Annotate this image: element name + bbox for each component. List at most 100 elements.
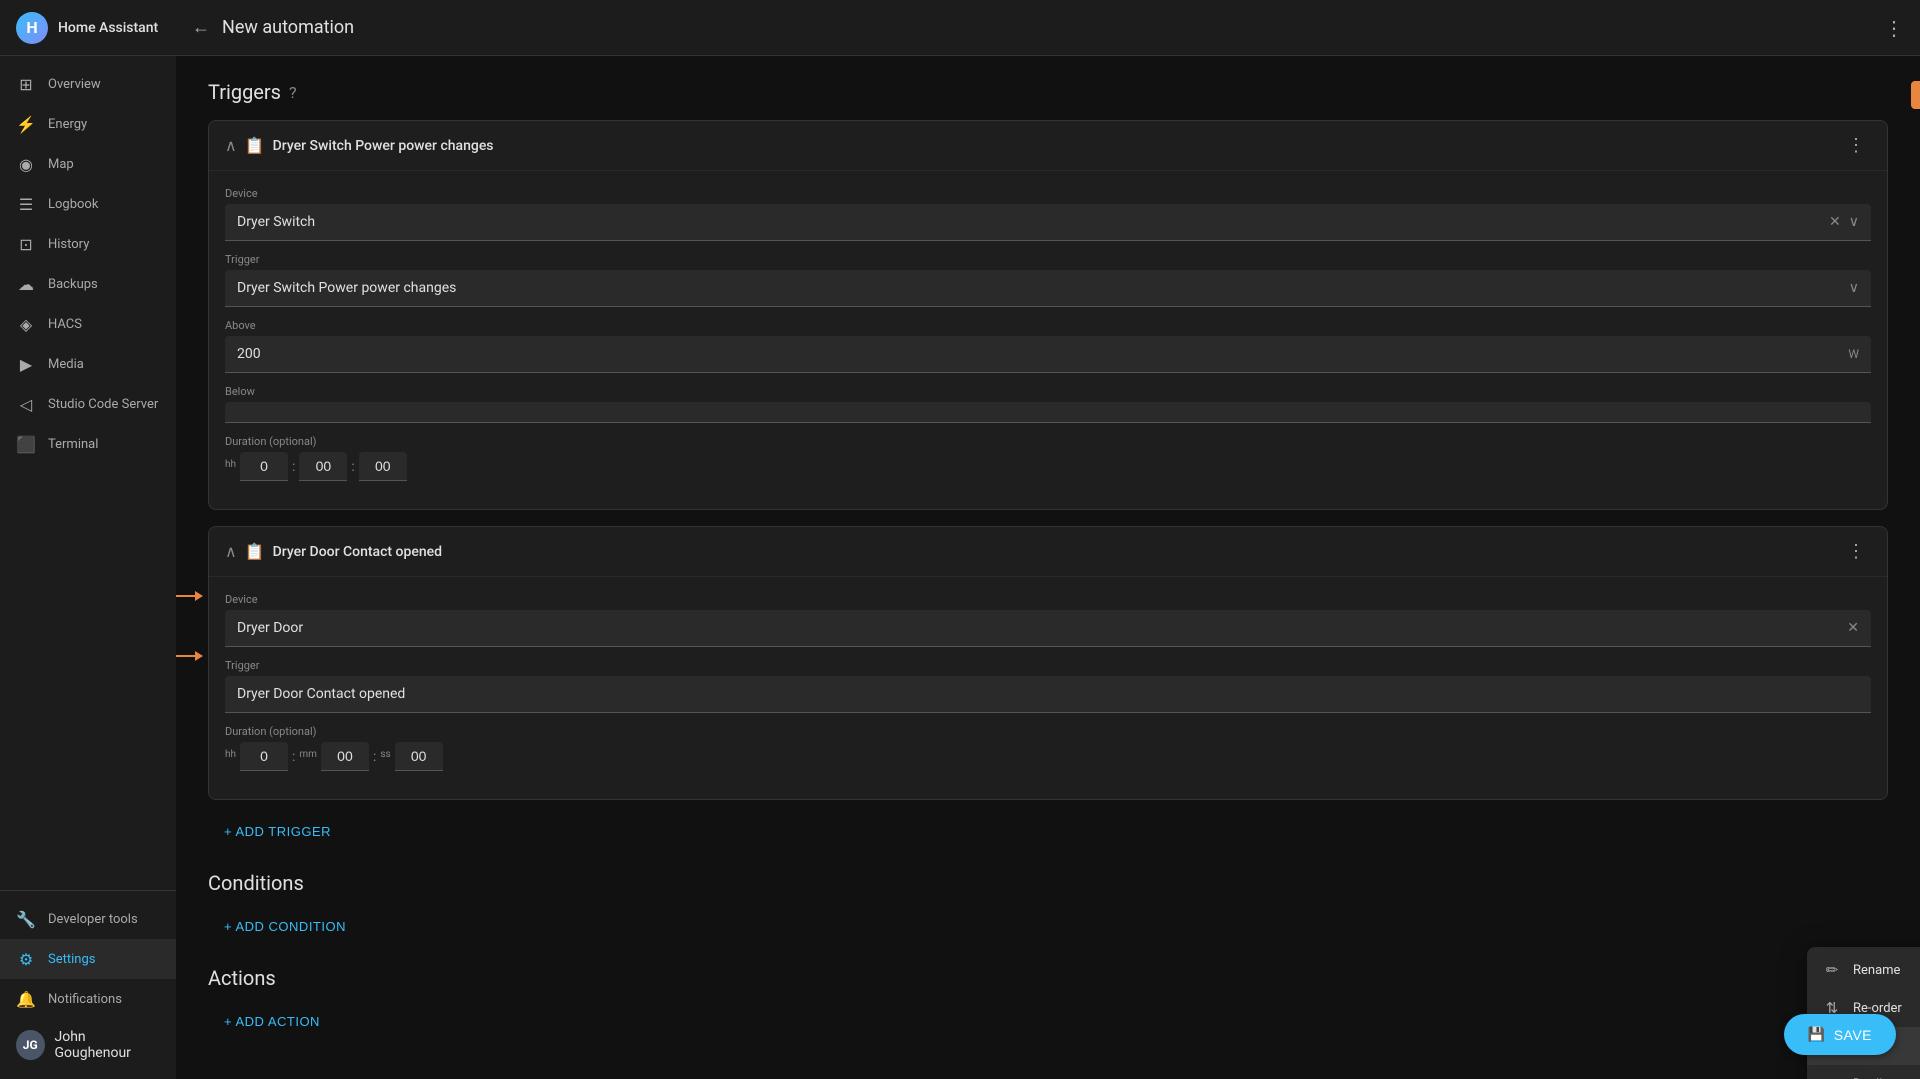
help-icon[interactable]: ? [289,83,297,102]
actions-section-title: Actions [208,966,1888,990]
back-button[interactable]: ← [192,17,210,38]
context-menu: ✏ Rename ⇅ Re-order ✏ Edit ID ⧉ Duplicat… [1807,947,1920,1079]
sidebar-item-terminal[interactable]: ⬛ Terminal [0,424,176,464]
sidebar-item-overview[interactable]: ⊞ Overview [0,64,176,104]
trigger-2-trigger-field: Trigger Dryer Door Contact opened [225,659,1871,713]
trigger-2-header: ∧ 📋 Dryer Door Contact opened ⋮ [209,527,1887,577]
sidebar-label-energy: Energy [48,117,87,132]
overview-icon: ⊞ [16,74,36,94]
trigger-1-duration-field: Duration (optional) hh : : [225,435,1871,481]
triggers-header: Triggers ? [208,80,1888,104]
trigger-2-duration-field: Duration (optional) hh : mm : ss [225,725,1871,771]
annotation-s: S [1911,81,1920,149]
logbook-icon: ☰ [16,194,36,214]
sidebar-bottom: 🔧 Developer tools ⚙ Settings 🔔 Notificat… [0,890,176,1079]
sidebar-item-media[interactable]: ▶ Media [0,344,176,384]
add-action-button[interactable]: + ADD ACTION [208,1006,336,1037]
collapse-icon-1[interactable]: ∧ [225,136,237,155]
add-trigger-container: + ADD TRIGGER [208,816,1888,847]
actions-section: Actions + ADD ACTION [208,966,1888,1037]
sidebar-item-logbook[interactable]: ☰ Logbook [0,184,176,224]
trigger-2-name: Dryer Door Contact opened [273,544,1833,560]
trigger-1-below-field: Below [225,385,1871,423]
add-condition-button[interactable]: + ADD CONDITION [208,911,362,942]
sidebar-label-backups: Backups [48,277,98,292]
trigger-1-duration-ss[interactable] [359,452,407,481]
trigger-2-duration-inputs: hh : mm : ss [225,742,1871,771]
sidebar: H Home Assistant ⊞ Overview ⚡ Energy ◉ M… [0,0,176,1079]
trigger-2-trigger-select[interactable]: Dryer Door Contact opened [225,676,1871,713]
sidebar-item-studio-code-server[interactable]: ◁ Studio Code Server [0,384,176,424]
media-icon: ▶ [16,354,36,374]
studio-icon: ◁ [16,394,36,414]
sidebar-label-hacs: HACS [48,317,82,332]
trigger-2-clear-icon[interactable]: ✕ [1847,620,1859,636]
avatar: JG [16,1030,45,1060]
sidebar-label-history: History [48,237,89,252]
save-button[interactable]: 💾 SAVE [1784,1014,1896,1055]
annotation-2: 2 [176,642,197,670]
dropdown-arrow[interactable]: ∨ [1849,214,1859,230]
sidebar-item-settings[interactable]: ⚙ Settings [0,939,176,979]
annotation-1: 1 [176,582,197,610]
trigger-2-body: Device Dryer Door ✕ Trigger Dryer Door C… [209,577,1887,799]
trigger-1-more-button[interactable]: ⋮ [1841,133,1871,158]
app-logo: H [16,12,48,44]
menu-item-duplicate[interactable]: ⧉ Duplicate [1807,1065,1920,1079]
trigger-2-device-field: Device Dryer Door ✕ [225,593,1871,647]
trigger-1-header: ∧ 📋 Dryer Switch Power power changes ⋮ [209,121,1887,171]
conditions-section-title: Conditions [208,871,1888,895]
sidebar-label-studio: Studio Code Server [48,397,158,412]
content-area: Triggers ? S ∧ 📋 Dryer Switch Power powe… [176,56,1920,1079]
sidebar-item-developer-tools[interactable]: 🔧 Developer tools [0,899,176,939]
trigger-1-body: Device Dryer Switch ✕ ∨ Trigger Dryer Sw… [209,171,1887,509]
more-options-button[interactable]: ⋮ [1884,16,1904,40]
history-icon: ⊡ [16,234,36,254]
settings-icon: ⚙ [16,949,36,969]
sidebar-item-history[interactable]: ⊡ History [0,224,176,264]
sidebar-item-backups[interactable]: ☁ Backups [0,264,176,304]
clear-icon[interactable]: ✕ [1829,214,1841,230]
sidebar-label-settings: Settings [48,952,95,967]
sidebar-label-map: Map [48,157,74,172]
sidebar-item-hacs[interactable]: ◈ HACS [0,304,176,344]
conditions-section: Conditions + ADD CONDITION [208,871,1888,942]
trigger-1-trigger-field: Trigger Dryer Switch Power power changes… [225,253,1871,307]
trigger-2-more-button[interactable]: ⋮ [1841,539,1871,564]
trigger-1-trigger-select[interactable]: Dryer Switch Power power changes ∨ [225,270,1871,307]
trigger-1-device-input[interactable]: Dryer Switch ✕ ∨ [225,204,1871,241]
trigger-card-1: S ∧ 📋 Dryer Switch Power power changes ⋮… [208,120,1888,510]
page-title: New automation [222,17,1872,38]
collapse-icon-2[interactable]: ∧ [225,542,237,561]
user-profile[interactable]: JG John Goughenour [0,1019,176,1071]
trigger-2-duration-ss[interactable] [395,742,443,771]
sidebar-nav: ⊞ Overview ⚡ Energy ◉ Map ☰ Logbook ⊡ Hi… [0,56,176,890]
sidebar-label-developer-tools: Developer tools [48,912,138,927]
sidebar-label-terminal: Terminal [48,437,98,452]
sidebar-item-map[interactable]: ◉ Map [0,144,176,184]
hacs-icon: ◈ [16,314,36,334]
trigger-1-device-field: Device Dryer Switch ✕ ∨ [225,187,1871,241]
trigger-1-duration-inputs: hh : : [225,452,1871,481]
trigger-2-device-input[interactable]: Dryer Door ✕ [225,610,1871,647]
trigger-1-above-field: Above 200 W [225,319,1871,373]
trigger-1-duration-hh[interactable] [240,452,288,481]
trigger-1-above-input[interactable]: 200 W [225,336,1871,373]
sidebar-label-logbook: Logbook [48,197,98,212]
sidebar-item-energy[interactable]: ⚡ Energy [0,104,176,144]
trigger-1-below-input[interactable] [225,402,1871,423]
trigger-2-duration-hh[interactable] [240,742,288,771]
duplicate-icon: ⧉ [1823,1075,1841,1079]
save-icon: 💾 [1808,1026,1826,1043]
trigger-dropdown-arrow[interactable]: ∨ [1849,280,1859,296]
menu-item-rename[interactable]: ✏ Rename [1807,951,1920,989]
energy-icon: ⚡ [16,114,36,134]
sidebar-item-notifications[interactable]: 🔔 Notifications [0,979,176,1019]
sidebar-label-media: Media [48,357,84,372]
trigger-2-duration-mm[interactable] [321,742,369,771]
trigger-1-duration-mm[interactable] [299,452,347,481]
add-trigger-button[interactable]: + ADD TRIGGER [208,816,347,847]
app-name: Home Assistant [58,20,158,36]
developer-tools-icon: 🔧 [16,909,36,929]
terminal-icon: ⬛ [16,434,36,454]
